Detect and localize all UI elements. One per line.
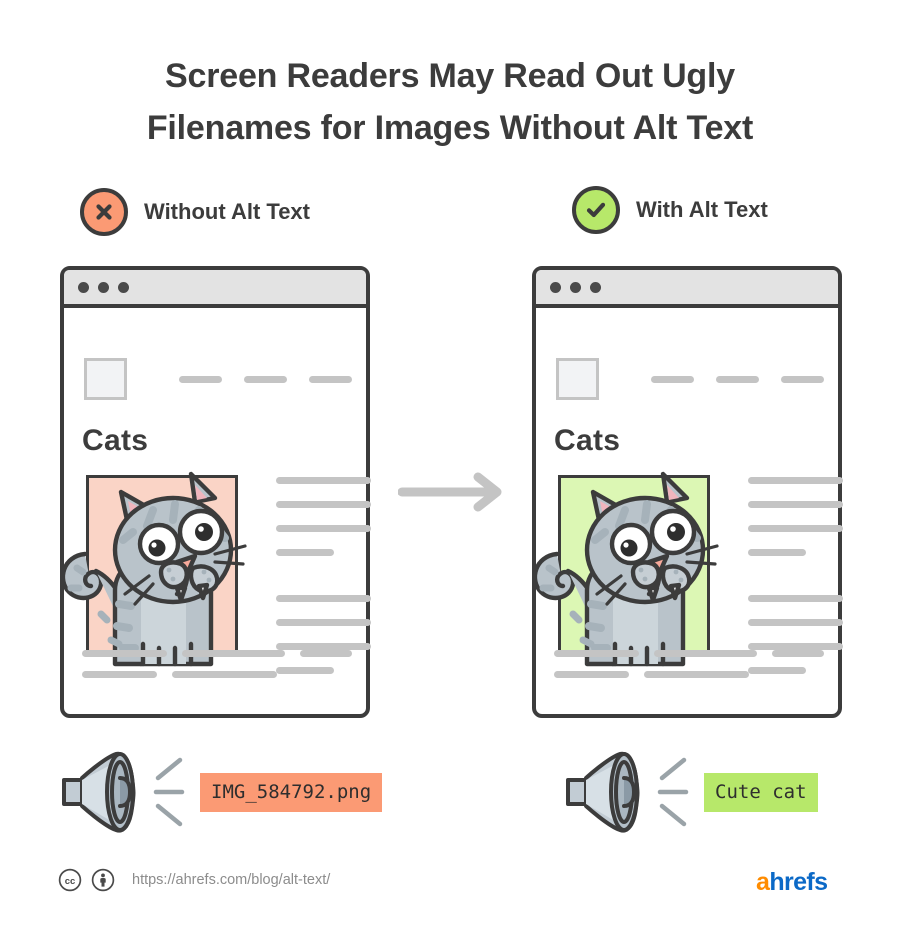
site-navbar	[556, 358, 824, 400]
article-footer-lines	[554, 650, 824, 692]
screen-reader-output-with-alt-text: Cute cat	[562, 748, 818, 836]
footer-line-segment	[82, 671, 157, 678]
footer-line-segment	[644, 671, 749, 678]
article-footer-lines	[82, 650, 352, 692]
text-line	[276, 501, 371, 508]
footer-line-segment	[182, 650, 285, 657]
with-alt-text-label: With Alt Text	[636, 197, 768, 222]
screen-reader-alt-text-badge: Cute cat	[704, 772, 818, 812]
ahrefs-logo-text: hrefs	[769, 868, 828, 896]
browser-window-with-alt-text: Cats	[532, 266, 843, 718]
footer-url[interactable]: https://ahrefs.com/blog/alt-text/	[132, 872, 330, 888]
footer-line-row	[554, 650, 824, 657]
text-line	[748, 595, 843, 602]
footer-line-row	[554, 671, 824, 678]
browser-titlebar	[64, 270, 366, 308]
footer-line-segment	[299, 650, 352, 657]
creative-commons-by-icon	[91, 868, 115, 892]
footer: cc https://ahrefs.com/blog/alt-text/	[58, 868, 330, 892]
text-line	[276, 549, 334, 556]
page-heading: Cats	[554, 424, 621, 457]
window-dot-minimize-icon	[570, 281, 581, 293]
nav-link[interactable]	[179, 375, 222, 383]
text-line	[276, 525, 371, 532]
speaker-icon	[58, 748, 150, 836]
site-logo-placeholder	[556, 358, 599, 400]
text-line	[748, 501, 843, 508]
svg-text:cc: cc	[65, 876, 76, 887]
window-dot-maximize-icon	[118, 281, 129, 293]
speaker-icon	[562, 748, 654, 836]
nav-link[interactable]	[244, 375, 287, 383]
screen-reader-filename-badge: IMG_584792.png	[200, 772, 383, 812]
ahrefs-logo-accent: a	[756, 868, 770, 896]
page-title: Screen Readers May Read Out Ugly Filenam…	[0, 50, 900, 154]
text-line	[748, 643, 843, 650]
footer-line-row	[82, 650, 352, 657]
text-line	[748, 619, 843, 626]
screen-reader-output-without-alt-text: IMG_584792.png	[58, 748, 383, 836]
site-nav-links	[179, 375, 352, 383]
window-dot-close-icon	[78, 281, 89, 293]
arrow-right-icon	[397, 472, 506, 512]
footer-line-segment	[771, 650, 824, 657]
browser-window-without-alt-text: Cats	[60, 266, 371, 718]
footer-line-segment	[172, 671, 277, 678]
page-title-line-1: Screen Readers May Read Out Ugly	[165, 57, 735, 95]
sound-wave-icon	[656, 752, 698, 832]
footer-line-segment	[82, 650, 168, 657]
without-alt-text-label-row: Without Alt Text	[80, 188, 310, 236]
text-line	[276, 643, 371, 650]
footer-line-segment	[654, 650, 757, 657]
window-dot-minimize-icon	[98, 281, 109, 293]
browser-page: Cats	[60, 308, 371, 714]
nav-link[interactable]	[651, 375, 694, 383]
footer-line-segment	[554, 671, 629, 678]
sound-wave-icon	[152, 752, 194, 832]
text-line	[276, 477, 371, 484]
browser-titlebar	[536, 270, 838, 308]
text-line	[276, 595, 371, 602]
site-logo-placeholder	[84, 358, 127, 400]
footer-line-row	[82, 671, 352, 678]
creative-commons-icon: cc	[58, 868, 82, 892]
browser-page: Cats	[532, 308, 843, 714]
text-line	[748, 477, 843, 484]
text-line	[748, 525, 843, 532]
ahrefs-logo: ahrefs	[756, 868, 828, 897]
without-alt-text-label: Without Alt Text	[144, 199, 310, 224]
site-nav-links	[651, 375, 824, 383]
nav-link[interactable]	[781, 375, 824, 383]
nav-link[interactable]	[309, 375, 352, 383]
article-image-frame	[86, 475, 238, 657]
nav-link[interactable]	[716, 375, 759, 383]
window-dot-close-icon	[550, 281, 561, 293]
page-heading: Cats	[82, 424, 149, 457]
check-circle-icon	[572, 186, 620, 234]
article-image-frame	[558, 475, 710, 657]
text-line	[276, 619, 371, 626]
with-alt-text-label-row: With Alt Text	[572, 186, 768, 234]
x-circle-icon	[80, 188, 128, 236]
window-dot-maximize-icon	[590, 281, 601, 293]
text-line	[748, 549, 806, 556]
site-navbar	[84, 358, 352, 400]
page-title-line-2: Filenames for Images Without Alt Text	[146, 109, 754, 147]
footer-line-segment	[554, 650, 640, 657]
